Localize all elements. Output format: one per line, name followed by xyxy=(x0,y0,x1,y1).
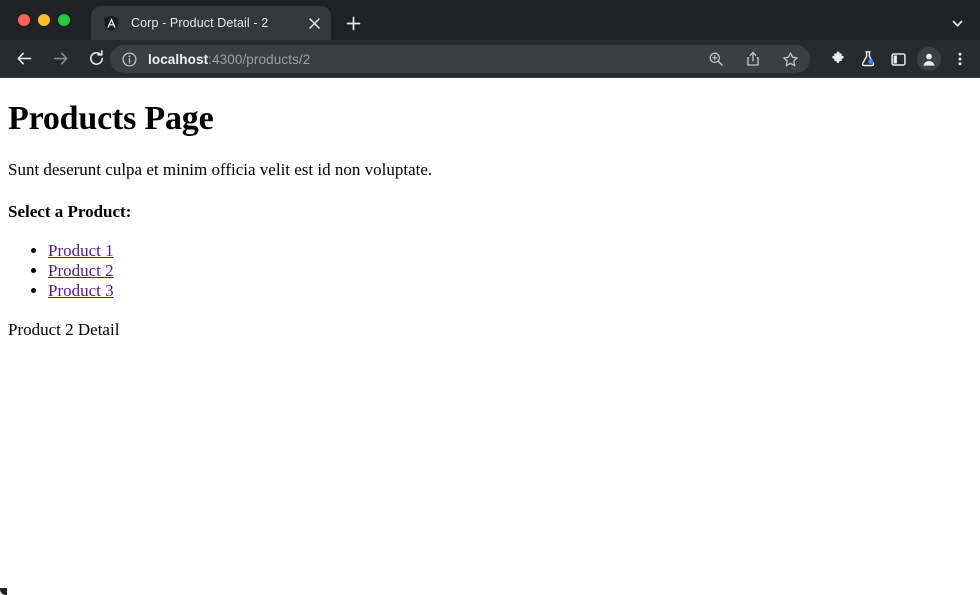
select-product-label: Select a Product: xyxy=(8,202,132,222)
toolbar-right-actions xyxy=(824,40,974,78)
tab-search-button[interactable] xyxy=(944,10,970,36)
chevron-down-icon xyxy=(952,20,962,27)
reload-button[interactable] xyxy=(82,45,110,73)
list-item: Product 1 xyxy=(48,241,972,261)
product-link-1[interactable]: Product 1 xyxy=(48,241,114,260)
close-window-button[interactable] xyxy=(18,14,30,26)
product-detail-text: Product 2 Detail xyxy=(8,319,120,339)
window-corner xyxy=(0,588,7,595)
profile-avatar[interactable] xyxy=(917,47,941,71)
product-link-3[interactable]: Product 3 xyxy=(48,281,114,300)
page-intro-text: Sunt deserunt culpa et minim officia vel… xyxy=(8,160,433,180)
tab-strip: Corp - Product Detail - 2 xyxy=(0,0,980,40)
address-bar[interactable]: localhost:4300/products/2 xyxy=(110,45,810,73)
share-icon[interactable] xyxy=(740,46,766,72)
list-item: Product 2 xyxy=(48,261,972,281)
omnibox-actions xyxy=(703,46,808,72)
forward-arrow-icon xyxy=(53,52,67,65)
forward-button[interactable] xyxy=(46,45,74,73)
more-menu-icon[interactable] xyxy=(946,45,974,73)
extensions-puzzle-icon[interactable] xyxy=(824,45,852,73)
close-icon[interactable] xyxy=(303,12,325,34)
zoom-indicator-icon[interactable] xyxy=(703,46,729,72)
reload-icon xyxy=(89,50,103,65)
plus-icon xyxy=(346,16,360,30)
url-path: :4300/products/2 xyxy=(208,51,311,67)
page-content: Products Page Sunt deserunt culpa et min… xyxy=(0,78,980,595)
angular-shield-icon xyxy=(103,15,120,32)
maximize-window-button[interactable] xyxy=(58,14,70,26)
side-panel-icon[interactable] xyxy=(884,45,912,73)
back-arrow-icon xyxy=(17,52,31,65)
chrome-labs-flask-icon[interactable] xyxy=(854,45,882,73)
minimize-window-button[interactable] xyxy=(38,14,50,26)
info-circle-icon[interactable] xyxy=(121,51,138,68)
browser-window: Corp - Product Detail - 2 localhost:4300… xyxy=(0,0,980,595)
url-host: localhost xyxy=(148,51,209,67)
browser-toolbar: localhost:4300/products/2 xyxy=(0,40,980,78)
tab-title: Corp - Product Detail - 2 xyxy=(131,16,269,30)
page-title: Products Page xyxy=(8,100,214,137)
product-link-2[interactable]: Product 2 xyxy=(48,261,114,280)
browser-tab-active[interactable]: Corp - Product Detail - 2 xyxy=(91,6,331,40)
product-list: Product 1 Product 2 Product 3 xyxy=(8,241,972,301)
back-button[interactable] xyxy=(10,45,38,73)
bookmark-star-icon[interactable] xyxy=(777,46,803,72)
list-item: Product 3 xyxy=(48,281,972,301)
window-controls xyxy=(18,14,70,26)
new-tab-button[interactable] xyxy=(341,11,365,35)
address-bar-url: localhost:4300/products/2 xyxy=(148,52,703,67)
